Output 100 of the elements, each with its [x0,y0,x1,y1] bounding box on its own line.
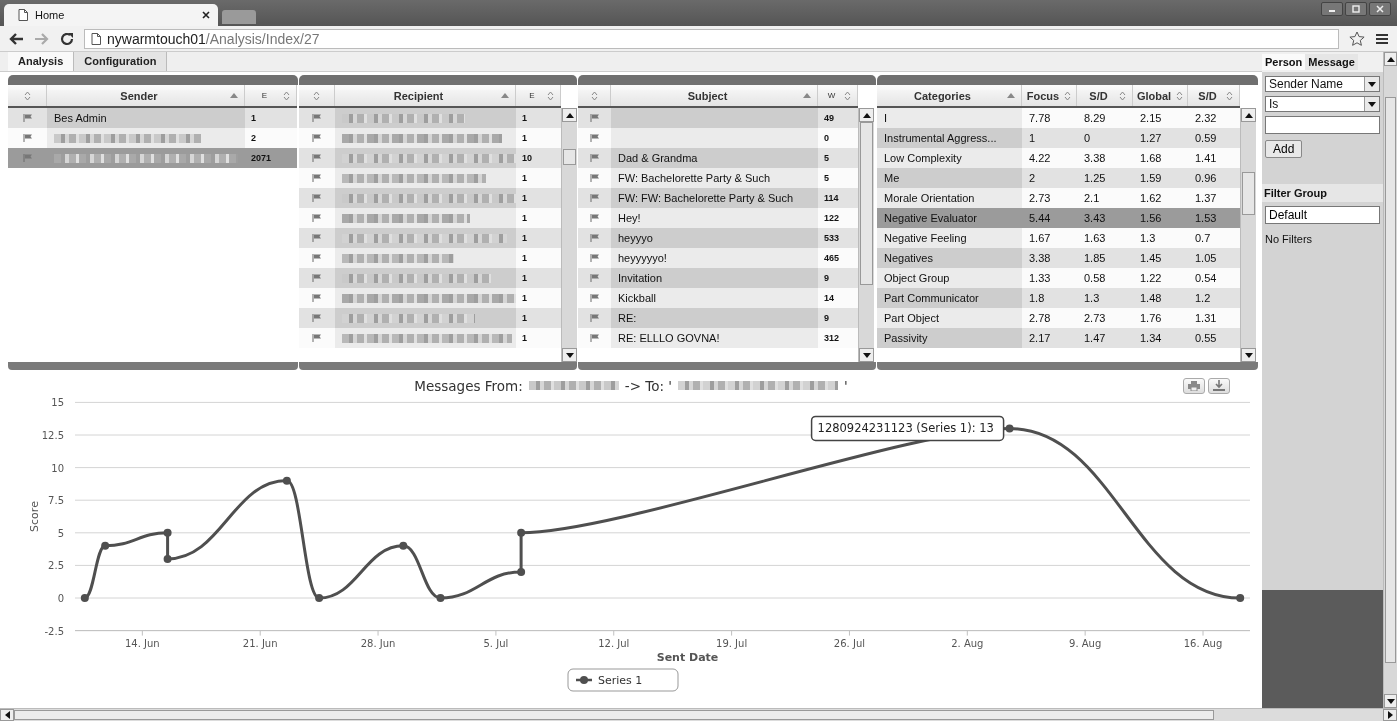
data-point[interactable] [80,594,89,602]
table-row[interactable]: Instrumental Aggress... 1 0 1.27 0.59 [877,128,1240,148]
table-row[interactable]: Hey! 122 [578,208,858,228]
data-point[interactable] [1236,594,1245,602]
legend-item[interactable]: Series 1 [567,668,679,692]
column-header[interactable]: Recipient [335,85,516,106]
table-row[interactable]: RE: ELLLO GOVNA! 312 [578,328,858,348]
data-point[interactable] [163,528,172,537]
sidebar-tab[interactable]: Person [1262,54,1306,70]
axis-tick-label: 5 [57,527,64,539]
scroll-down-button[interactable] [1384,694,1397,708]
download-button[interactable] [1208,377,1230,394]
scroll-right-button[interactable] [1383,709,1397,721]
column-header[interactable]: Sender [47,85,245,106]
horizontal-scrollbar[interactable] [0,708,1397,721]
browser-tab[interactable]: Home [4,4,218,26]
sidebar-tab[interactable]: Message [1305,54,1358,70]
column-header[interactable]: Categories [877,85,1022,106]
down-arrow-icon [1386,698,1395,704]
right-arrow-icon [1387,711,1393,719]
table-cell: Part Communicator [877,288,1022,308]
minimize-button[interactable] [1321,2,1343,16]
table-cell: 1.59 [1133,168,1188,188]
table-cell: Passivity [877,328,1022,348]
data-point[interactable] [1005,424,1014,433]
flag-icon [312,334,322,342]
menu-tab[interactable]: Analysis [8,52,75,71]
data-point[interactable] [517,528,526,537]
up-arrow-icon [862,112,871,118]
table-cell: 465 [818,248,858,268]
table-row[interactable]: Dad & Grandma 5 [578,148,858,168]
table-cell: FW: FW: Bachelorette Party & Such [611,188,818,208]
table-row[interactable]: Morale Orientation 2.73 2.1 1.62 1.37 [877,188,1240,208]
maximize-button[interactable] [1345,2,1367,16]
column-header[interactable]: Global [1133,85,1188,106]
flag-icon [312,194,322,202]
table-row[interactable]: FW: FW: Bachelorette Party & Such 114 [578,188,858,208]
reload-button[interactable] [60,31,74,46]
table-cell: Morale Orientation [877,188,1022,208]
column-header[interactable]: W [818,85,858,106]
table-row[interactable]: Negative Feeling 1.67 1.63 1.3 0.7 [877,228,1240,248]
dropdown[interactable]: Sender Name [1265,76,1380,92]
column-header[interactable]: Subject [611,85,818,106]
table-row[interactable]: Invitation 9 [578,268,858,288]
data-point[interactable] [517,567,526,576]
table-row[interactable]: heyyyo 533 [578,228,858,248]
text-field[interactable] [1265,116,1380,134]
column-header[interactable]: Focus [1022,85,1077,106]
data-point[interactable] [315,594,324,602]
table-row[interactable]: Part Object 2.78 2.73 1.76 1.31 [877,308,1240,328]
scroll-down-button[interactable] [1241,348,1256,362]
sort-icon [547,90,554,101]
scroll-down-button[interactable] [859,348,874,362]
table-row[interactable]: I 7.78 8.29 2.15 2.32 [877,108,1240,128]
back-arrow-icon [8,31,24,46]
table-row[interactable]: Passivity 2.17 1.47 1.34 0.55 [877,328,1240,348]
scroll-left-button[interactable] [0,709,14,721]
close-tab-button[interactable] [202,11,210,19]
table-cell: 0.96 [1188,168,1240,188]
scroll-up-button[interactable] [859,108,874,122]
menu-button[interactable] [1375,32,1389,45]
scroll-down-button[interactable] [562,348,577,362]
data-point[interactable] [101,541,110,550]
column-header[interactable]: S/D [1077,85,1133,106]
table-row[interactable]: Part Communicator 1.8 1.3 1.48 1.2 [877,288,1240,308]
table-row[interactable]: Kickball 14 [578,288,858,308]
table-row[interactable]: RE: 9 [578,308,858,328]
table-row[interactable]: Object Group 1.33 0.58 1.22 0.54 [877,268,1240,288]
table-row[interactable]: heyyyyyo! 465 [578,248,858,268]
sort-icon [23,90,31,101]
data-point[interactable] [436,594,445,602]
data-point[interactable] [399,541,408,550]
table-cell: 3.38 [1022,248,1077,268]
scroll-up-button[interactable] [1384,52,1397,66]
table-row[interactable]: Low Complexity 4.22 3.38 1.68 1.41 [877,148,1240,168]
flag-icon [589,154,600,162]
column-header[interactable]: E [245,85,297,106]
scroll-up-button[interactable] [1241,108,1256,122]
print-button[interactable] [1183,377,1205,394]
add-button[interactable]: Add [1265,140,1303,158]
dropdown[interactable]: Is [1265,96,1380,112]
table-row[interactable]: Bes Admin 1 [8,108,297,128]
table-row[interactable]: Negative Evaluator 5.44 3.43 1.56 1.53 [877,208,1240,228]
table-row[interactable]: Negatives 3.38 1.85 1.45 1.05 [877,248,1240,268]
table-row[interactable]: Me 2 1.25 1.59 0.96 [877,168,1240,188]
table-cell: 0.59 [1188,128,1240,148]
scroll-up-button[interactable] [562,108,577,122]
column-header[interactable]: E [516,85,561,106]
column-header[interactable]: S/D [1188,85,1240,106]
left-arrow-icon [4,711,10,719]
table-row[interactable]: FW: Bachelorette Party & Such 5 [578,168,858,188]
text-field[interactable]: Default [1265,206,1380,224]
data-point[interactable] [282,476,291,485]
menu-tab[interactable]: Configuration [74,52,168,71]
printer-icon [1188,380,1200,391]
back-button[interactable] [8,31,24,46]
data-point[interactable] [163,554,172,563]
close-window-button[interactable] [1369,2,1391,16]
address-bar[interactable]: nywarmtouch01/Analysis/Index/27 [84,28,1339,49]
bookmark-button[interactable] [1349,30,1365,47]
